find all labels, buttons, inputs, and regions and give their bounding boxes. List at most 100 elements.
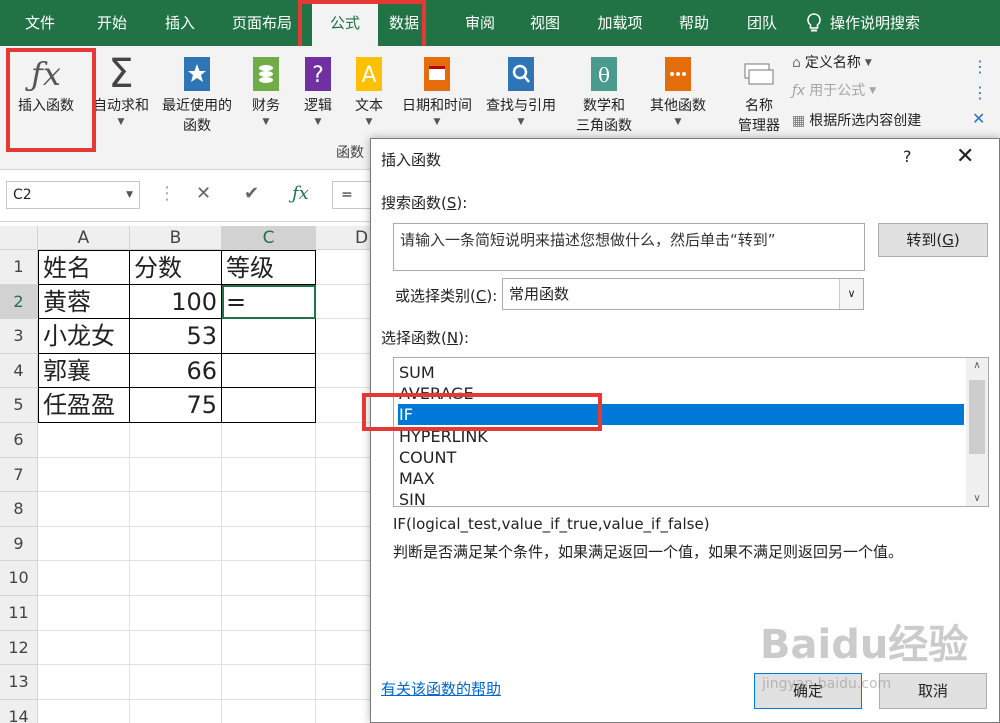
grid-cell[interactable] [316, 458, 372, 493]
grid-cell[interactable] [316, 319, 372, 354]
enter-check-icon[interactable]: ✔ [244, 183, 259, 204]
grid-cell[interactable] [38, 561, 130, 596]
name-manager-button[interactable]: 名称 管理器 [728, 54, 790, 136]
grid-cell[interactable] [222, 630, 316, 666]
tell-me-search[interactable]: 操作说明搜索 [806, 0, 946, 46]
row-header[interactable]: 13 [0, 665, 38, 700]
grid-cell[interactable]: 小龙女 [38, 319, 130, 354]
row-header[interactable]: 2 [0, 284, 38, 320]
row-header[interactable]: 9 [0, 526, 38, 562]
cancel-button[interactable]: 取消 [879, 673, 987, 709]
row-header[interactable]: 12 [0, 630, 38, 666]
math-trig-button[interactable]: θ 数学和 三角函数 [564, 54, 644, 136]
function-list[interactable]: SUM AVERAGE IF HYPERLINK COUNT MAX SIN ∧ ∨ [393, 357, 989, 507]
grid-cell[interactable] [316, 631, 372, 666]
grid-cell[interactable] [38, 665, 130, 700]
grid-cell[interactable] [38, 596, 130, 631]
row-header[interactable]: 1 [0, 250, 38, 285]
tab-view[interactable]: 视图 [515, 0, 575, 46]
grid-cell[interactable]: 任盈盈 [38, 388, 130, 423]
grid-cell[interactable] [130, 561, 222, 596]
create-from-selection-button[interactable]: ▦ 根据所选内容创建 [792, 110, 921, 132]
tab-home[interactable]: 开始 [82, 0, 142, 46]
grid-cell[interactable] [316, 285, 372, 320]
row-header[interactable]: 6 [0, 423, 38, 458]
grid-cell[interactable]: 姓名 [38, 250, 130, 285]
row-header[interactable]: 7 [0, 457, 38, 493]
function-list-item[interactable]: SIN [398, 489, 964, 506]
grid-cell[interactable] [38, 526, 130, 562]
grid-cell[interactable] [316, 561, 372, 596]
function-list-item[interactable]: SUM [398, 362, 964, 383]
grid-cell[interactable] [222, 699, 316, 723]
row-header[interactable]: 8 [0, 492, 38, 527]
grid-cell[interactable] [222, 457, 316, 493]
name-box[interactable]: C2 ▼ [6, 181, 140, 209]
insert-function-fx-icon[interactable]: ƒx [292, 183, 309, 204]
grid-cell[interactable]: 郭襄 [38, 353, 130, 389]
tab-review[interactable]: 审阅 [450, 0, 510, 46]
grid-cell[interactable] [130, 457, 222, 493]
function-list-item[interactable]: COUNT [398, 447, 964, 468]
column-header[interactable]: B [130, 226, 222, 250]
tab-insert[interactable]: 插入 [150, 0, 210, 46]
grid-cell[interactable] [130, 699, 222, 723]
select-all-corner[interactable] [0, 226, 38, 250]
selected-cell[interactable]: = [222, 284, 316, 320]
grid-cell[interactable] [130, 596, 222, 631]
row-header[interactable]: 10 [0, 561, 38, 596]
grid-cell[interactable] [222, 492, 316, 527]
close-icon[interactable]: ✕ [956, 144, 974, 169]
grid-cell[interactable] [222, 526, 316, 562]
grid-cell[interactable] [316, 527, 372, 562]
grid-cell[interactable] [130, 423, 222, 458]
function-list-item[interactable]: MAX [398, 468, 964, 489]
grid-cell[interactable] [222, 665, 316, 700]
trace-precedents-icons[interactable]: ⋮ ⋮ ✕ [972, 54, 988, 132]
grid-cell[interactable] [38, 423, 130, 458]
function-help-link[interactable]: 有关该函数的帮助 [381, 678, 501, 699]
grid-cell[interactable] [316, 250, 372, 285]
column-header[interactable]: C [222, 226, 316, 250]
grid-cell[interactable]: 等级 [222, 250, 316, 285]
row-header[interactable]: 5 [0, 388, 38, 423]
recently-used-button[interactable]: 最近使用的 函数 [154, 54, 240, 136]
grid-cell[interactable] [316, 492, 372, 527]
grid-cell[interactable] [130, 665, 222, 700]
financial-button[interactable]: 财务 ▼ [244, 54, 288, 128]
category-select[interactable]: 常用函数 ∨ [502, 278, 864, 310]
grid-cell[interactable] [38, 630, 130, 666]
grid-cell[interactable] [130, 630, 222, 666]
text-functions-button[interactable]: A 文本 ▼ [347, 54, 391, 128]
grid-cell[interactable] [38, 699, 130, 723]
define-name-button[interactable]: ⌂ 定义名称 ▼ [792, 52, 872, 74]
tab-team[interactable]: 团队 [732, 0, 792, 46]
grid-cell[interactable] [222, 388, 316, 423]
grid-cell[interactable] [222, 353, 316, 389]
help-button[interactable]: ? [903, 147, 912, 166]
use-in-formula-button[interactable]: ƒx 用于公式 ▼ [792, 80, 876, 102]
tab-page-layout[interactable]: 页面布局 [222, 0, 302, 46]
function-list-scrollbar[interactable]: ∧ ∨ [966, 358, 988, 506]
more-functions-button[interactable]: 其他函数 ▼ [640, 54, 716, 128]
column-header[interactable]: A [38, 226, 130, 250]
autosum-button[interactable]: Σ 自动求和 ▼ [88, 54, 154, 128]
lookup-reference-button[interactable]: 查找与引用 ▼ [480, 54, 562, 128]
tab-help[interactable]: 帮助 [664, 0, 724, 46]
datetime-button[interactable]: 日期和时间 ▼ [396, 54, 478, 128]
grid-cell[interactable] [316, 354, 372, 389]
row-header[interactable]: 4 [0, 353, 38, 389]
grid-cell[interactable] [130, 492, 222, 527]
row-header[interactable]: 11 [0, 596, 38, 631]
grid-cell[interactable] [222, 319, 316, 354]
row-header[interactable]: 14 [0, 699, 38, 723]
grid-cell[interactable] [316, 596, 372, 631]
grid-cell[interactable] [316, 700, 372, 723]
grid-cell[interactable] [38, 492, 130, 527]
scroll-thumb[interactable] [969, 380, 985, 454]
logical-button[interactable]: ? 逻辑 ▼ [296, 54, 340, 128]
grid-cell[interactable] [316, 665, 372, 700]
grid-cell[interactable] [222, 596, 316, 631]
grid-cell[interactable] [222, 561, 316, 596]
cancel-x-icon[interactable]: ✕ [196, 183, 211, 204]
